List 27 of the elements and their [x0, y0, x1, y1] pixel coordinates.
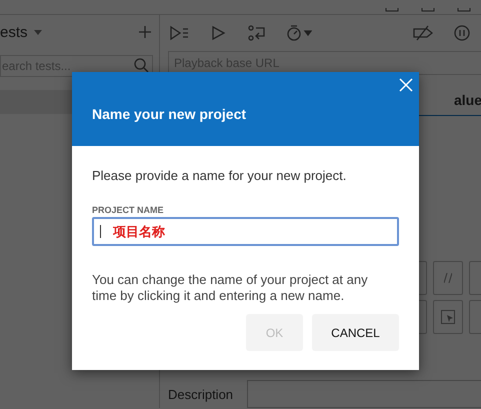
- description-field[interactable]: [247, 380, 481, 408]
- dialog-prompt: Please provide a name for your new project.: [92, 168, 348, 183]
- caret-icon: [34, 30, 42, 34]
- timer-icon[interactable]: [286, 25, 312, 41]
- step-icon[interactable]: [248, 25, 266, 41]
- pause-icon[interactable]: [453, 25, 471, 41]
- run-all-icon[interactable]: [170, 25, 190, 41]
- tag-off-icon[interactable]: [413, 25, 433, 41]
- project-name-field[interactable]: 项目名称: [92, 217, 399, 246]
- window-icon[interactable]: [385, 8, 399, 12]
- plus-icon[interactable]: [139, 26, 151, 38]
- suite-dropdown[interactable]: ests: [0, 24, 42, 40]
- dialog-note: You can change the name of your project at any time by clicking it and entering a new name.: [92, 272, 369, 304]
- cancel-button[interactable]: CANCEL: [312, 314, 399, 351]
- close-icon: [399, 78, 413, 92]
- window-icon[interactable]: [457, 8, 471, 12]
- play-icon[interactable]: [210, 25, 228, 41]
- window-icon[interactable]: [421, 8, 435, 12]
- select-button[interactable]: [433, 300, 463, 334]
- description-label: Description: [168, 386, 234, 402]
- field-label: PROJECT NAME: [92, 205, 165, 215]
- search-icon[interactable]: [134, 58, 149, 73]
- select-icon: [441, 310, 455, 324]
- comment-icon: [444, 273, 452, 283]
- dialog-title: Name your new project: [92, 106, 246, 122]
- comment-button[interactable]: [433, 261, 463, 295]
- close-button[interactable]: [399, 78, 413, 92]
